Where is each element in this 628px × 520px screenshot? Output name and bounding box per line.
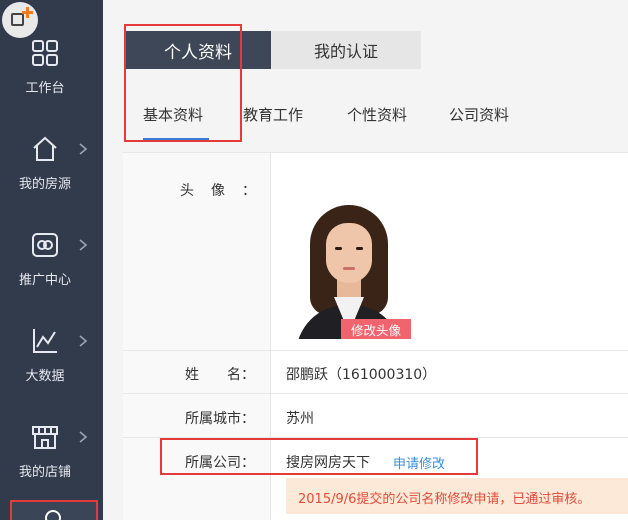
avatar-label: 头像：: [180, 183, 273, 199]
chevron-right-icon: [79, 143, 88, 155]
name-label: 姓 名：: [185, 367, 255, 383]
subtab-bar: 基本资料 教育工作 个性资料 公司资料: [125, 88, 628, 140]
sidebar-item-promotion[interactable]: 推广中心: [0, 204, 103, 300]
chevron-right-icon: [79, 431, 88, 443]
grid-icon: [32, 40, 58, 66]
tab-certification[interactable]: 我的认证: [271, 31, 421, 69]
sidebar-item-label: 工作台: [25, 81, 65, 96]
chart-icon: [33, 329, 57, 353]
chevron-right-icon: [79, 239, 88, 251]
sidebar-item-my-listings[interactable]: 我的房源: [0, 108, 103, 204]
notice-banner: 2015/9/6提交的公司名称修改申请，已通过审核。: [286, 478, 628, 514]
sidebar-item-big-data[interactable]: 大数据: [0, 300, 103, 396]
chevron-right-icon: [79, 335, 88, 347]
company-label: 所属公司：: [185, 455, 255, 471]
subtab-company[interactable]: 公司资料: [449, 104, 509, 125]
company-value: 搜房网房天下: [286, 455, 370, 471]
promotion-icon: [32, 233, 58, 257]
name-value: 邵鹏跃（161000310）: [286, 367, 437, 383]
active-subtab-indicator: [143, 138, 209, 140]
tab-profile[interactable]: 个人资料: [125, 31, 271, 69]
store-icon: [32, 426, 58, 449]
profile-info-table: 头像： 修改头像 姓 名： 邵鹏跃（161000310） 所属城市： 苏州 所属…: [123, 152, 628, 520]
sidebar-item-label: 我的店铺: [18, 465, 71, 480]
main-content: 个人资料 我的认证 基本资料 教育工作 个性资料 公司资料 头像： 修改头像 姓…: [103, 0, 628, 520]
subtab-education-work[interactable]: 教育工作: [243, 104, 303, 125]
sidebar-item-workbench[interactable]: 工作台: [0, 12, 103, 108]
user-icon: [45, 510, 61, 520]
subtab-personality[interactable]: 个性资料: [347, 104, 407, 125]
sidebar: 工作台 我的房源 推广中心 大数据 我的店铺: [0, 0, 103, 520]
sidebar-item-label: 大数据: [25, 369, 65, 384]
sidebar-item-label: 我的房源: [18, 177, 71, 192]
apply-edit-link[interactable]: 申请修改: [393, 453, 445, 472]
edit-avatar-button[interactable]: 修改头像: [341, 319, 411, 339]
sidebar-item-profile[interactable]: [10, 500, 98, 520]
sidebar-item-label: 推广中心: [18, 273, 71, 288]
subtab-basic-info[interactable]: 基本资料: [143, 104, 203, 125]
city-value: 苏州: [286, 411, 314, 427]
home-icon: [33, 136, 57, 161]
city-label: 所属城市：: [185, 411, 255, 427]
sidebar-item-my-store[interactable]: 我的店铺: [0, 396, 103, 492]
